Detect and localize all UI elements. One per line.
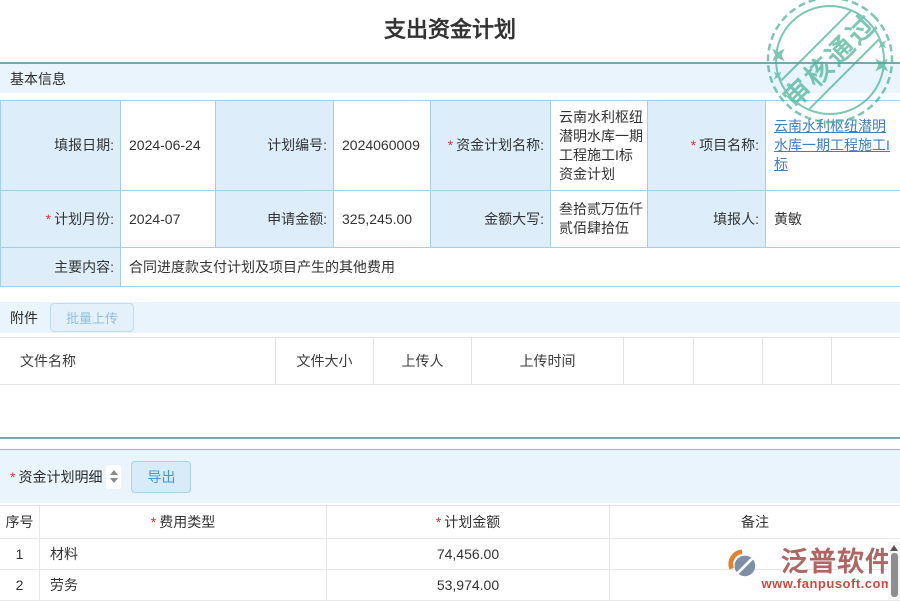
attachment-header-file-name: 文件名称 — [0, 338, 276, 384]
preparer-value: 黄敏 — [766, 191, 900, 248]
apply-amount-value: 325,245.00 — [334, 191, 431, 248]
attachment-header-file-size: 文件大小 — [276, 338, 374, 384]
attachment-header-empty — [694, 338, 763, 384]
sort-down-icon — [110, 478, 118, 483]
batch-upload-button[interactable]: 批量上传 — [50, 303, 134, 332]
required-asterisk: * — [448, 136, 453, 155]
fund-plan-name-label: *资金计划名称: — [431, 101, 551, 191]
detail-row-no: 1 — [0, 539, 40, 570]
detail-row-fee-type[interactable]: 劳务 — [40, 570, 327, 601]
preparer-label: 填报人: — [648, 191, 766, 248]
attachments-section-title: 附件 — [10, 308, 38, 328]
detail-row-amount[interactable]: 74,456.00 — [327, 539, 610, 570]
plan-number-value: 2024060009 — [334, 101, 431, 191]
fill-date-value: 2024-06-24 — [121, 101, 216, 191]
main-content-label: 主要内容: — [1, 248, 121, 287]
scroll-up-icon[interactable] — [890, 545, 898, 551]
basic-info-section-title: 基本信息 — [10, 69, 66, 89]
project-name-label: *项目名称: — [648, 101, 766, 191]
detail-section-bar: * 资金计划明细 导出 — [0, 450, 900, 503]
basic-info-form: 填报日期: 2024-06-24 计划编号: 2024060009 *资金计划名… — [0, 100, 900, 287]
project-name-value: 云南水利枢纽潜明水库一期工程施工I标 — [766, 101, 900, 191]
plan-month-value: 2024-07 — [121, 191, 216, 248]
attachments-section-bar: 附件 批量上传 — [0, 302, 900, 333]
required-asterisk: * — [691, 136, 696, 155]
attachment-header-uploader: 上传人 — [374, 338, 472, 384]
fanpu-logo-icon — [728, 548, 758, 580]
attachment-header-empty — [763, 338, 832, 384]
apply-amount-label: 申请金额: — [216, 191, 334, 248]
sort-icon[interactable] — [106, 465, 121, 489]
watermark-brand: 泛普软件 — [781, 548, 893, 577]
watermark-url: www.fanpusoft.com — [761, 577, 893, 591]
attachment-header-upload-time: 上传时间 — [472, 338, 624, 384]
amount-in-words-label: 金额大写: — [431, 191, 551, 248]
detail-header-fee-type: *费用类型 — [40, 506, 327, 539]
fill-date-label: 填报日期: — [1, 101, 121, 191]
amount-in-words-value: 叁拾贰万伍仟贰佰肆拾伍 — [551, 191, 648, 248]
attachment-header-empty — [832, 338, 900, 384]
scrollbar[interactable] — [888, 542, 900, 600]
detail-row-amount[interactable]: 53,974.00 — [327, 570, 610, 601]
section-divider — [0, 437, 900, 439]
detail-row-fee-type[interactable]: 材料 — [40, 539, 327, 570]
fund-plan-name-value: 云南水利枢纽潜明水库一期工程施工I标资金计划 — [551, 101, 648, 191]
plan-number-label: 计划编号: — [216, 101, 334, 191]
watermark: 泛普软件 www.fanpusoft.com — [728, 548, 893, 591]
attachment-header-empty — [624, 338, 694, 384]
detail-header-plan-amount: *计划金额 — [327, 506, 610, 539]
plan-month-label: *计划月份: — [1, 191, 121, 248]
attachments-table: 文件名称 文件大小 上传人 上传时间 — [0, 337, 900, 385]
detail-section-title: 资金计划明细 — [18, 467, 102, 487]
required-asterisk: * — [46, 210, 51, 229]
detail-header-no: 序号 — [0, 506, 40, 539]
detail-header-remark: 备注 — [610, 506, 900, 539]
sort-up-icon — [110, 470, 118, 475]
main-content-value: 合同进度款支付计划及项目产生的其他费用 — [121, 248, 900, 287]
project-name-link[interactable]: 云南水利枢纽潜明水库一期工程施工I标 — [774, 117, 896, 174]
required-asterisk: * — [436, 514, 441, 530]
page-title: 支出资金计划 — [0, 12, 900, 44]
export-button[interactable]: 导出 — [131, 461, 191, 493]
detail-row-no: 2 — [0, 570, 40, 601]
required-asterisk: * — [151, 514, 156, 530]
basic-info-section-bar: 基本信息 — [0, 64, 900, 93]
required-asterisk: * — [10, 469, 15, 485]
scroll-thumb[interactable] — [891, 553, 898, 597]
